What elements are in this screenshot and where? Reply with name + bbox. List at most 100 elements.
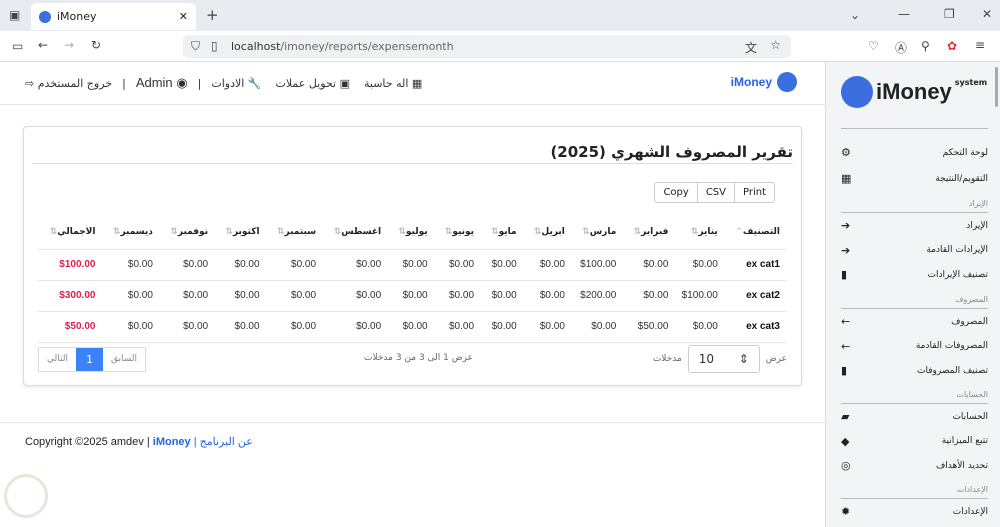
column-header[interactable]: الاجمالي⇅ [38,215,102,250]
month-cell: $0.00 [101,280,159,312]
translate-icon[interactable]: 文 [745,39,757,56]
previous-button[interactable]: السابق [103,348,145,371]
tab-dropdown-icon[interactable]: ⌄ [850,8,860,22]
sidebar-item-icon: ➔ [841,219,851,232]
pocket-icon[interactable]: ♡ [868,39,879,53]
copy-button[interactable]: Copy [655,183,696,202]
sidebar-scrollbar[interactable] [995,67,998,107]
column-header[interactable]: يوليو⇅ [387,215,434,250]
about-link[interactable]: | عن البرنامج [194,436,253,448]
tab-list-icon[interactable]: ▣ [9,8,20,22]
month-cell: $200.00 [570,280,623,312]
month-cell: $0.00 [387,249,434,281]
menu-icon[interactable]: ≡ [975,38,985,52]
copyright-text: Copyright ©2025 amdev | [25,436,150,448]
month-cell: $0.00 [322,280,388,312]
reload-icon[interactable]: ↻ [91,38,101,52]
sidebar-item-icon: ◆ [841,434,850,448]
column-header[interactable]: فبراير⇅ [622,215,675,250]
sidebar-item[interactable]: تتبع الميزانية ◆ [841,435,988,448]
table-info: عرض 1 الى 3 من 3 مدخلات [364,353,473,363]
sidebar-toggle-icon[interactable]: ▭ [12,39,23,53]
csv-button[interactable]: CSV [696,183,734,202]
sidebar-item[interactable]: الحسابات ▰ [841,410,988,423]
maximize-icon[interactable]: ❐ [944,7,955,21]
column-header[interactable]: ديسمبر⇅ [101,215,159,250]
close-window-icon[interactable]: ✕ [982,7,992,21]
sidebar-item[interactable]: الإيراد ➔ [841,219,988,232]
sidebar: iMoney system لوحة التحكم ⚙ التقويم/النتيجة… [825,62,1000,527]
month-cell: $0.00 [387,311,434,343]
month-cell: $0.00 [214,249,266,281]
forward-icon[interactable]: → [64,38,74,52]
column-header[interactable]: اغسطس⇅ [322,215,388,250]
table-row: ex cat2 $100.00 $0.00 $200.00 $0.00 $0.00 $0.0… [38,280,786,312]
back-icon[interactable]: ← [38,38,48,52]
sidebar-item[interactable]: الإعدادات ✹ [841,505,988,518]
favicon-icon [39,10,51,23]
bookmark-star-icon[interactable]: ☆ [770,38,781,52]
sidebar-item[interactable]: تصنيف الإيرادات ▮ [841,268,988,281]
sidebar-item-label: الإعدادات [952,506,988,517]
sidebar-item[interactable]: تحديد الأهداف ◎ [841,459,988,472]
color-extension-icon[interactable]: ✿ [947,39,957,53]
user-menu[interactable]: Admin ◉ [136,75,188,91]
sidebar-item-label: الإيرادات القادمة [926,245,988,255]
sidebar-item[interactable]: لوحة التحكم ⚙ [841,146,988,159]
page-title: تقرير المصروف الشهري (2025) [550,143,793,161]
month-cell: $0.00 [480,280,523,312]
sidebar-item-label: تتبع الميزانية [941,436,988,446]
column-header[interactable]: سبتمبر⇅ [265,215,323,250]
total-cell: $100.00 [38,249,102,281]
sidebar-item[interactable]: تصنيف المصروفات ▮ [841,364,988,377]
sort-icon: ⇅ [277,226,285,237]
logout-link[interactable]: ⇨ خروج المستخدم [25,77,112,90]
sidebar-section-title: المصروف [955,295,988,304]
column-header[interactable]: مارس⇅ [570,215,623,250]
sidebar-logo[interactable]: iMoney system [841,76,987,108]
show-label: عرض [765,354,787,364]
sidebar-item[interactable]: المصروف ← [841,315,988,328]
tools-link[interactable]: الادوات 🔧 [211,77,261,90]
brand-link[interactable]: iMoney [731,72,797,92]
sidebar-item-label: تصنيف المصروفات [917,365,988,376]
month-cell: $0.00 [322,311,388,343]
page-1-button[interactable]: 1 [75,348,103,371]
sidebar-item-icon: ✹ [841,505,851,518]
month-cell: $0.00 [433,311,481,343]
footer-brand-link[interactable]: iMoney [153,436,191,448]
sidebar-item-label: الإيراد [966,220,988,231]
sidebar-item-label: المصروف [951,316,988,327]
column-header[interactable]: يونيو⇅ [433,215,481,250]
column-header[interactable]: التصنيف⌃ [723,215,786,250]
column-header[interactable]: يناير⇅ [674,215,724,250]
column-header[interactable]: ابريل⇅ [522,215,571,250]
browser-tab[interactable]: iMoney ✕ [31,3,196,30]
page-icon: ▯ [211,39,218,53]
sidebar-item[interactable]: التقويم/النتيجة ▦ [841,172,988,185]
sort-icon: ⇅ [582,226,590,237]
url-input[interactable]: ⛉ ▯ localhost/imoney/reports/expensemont… [183,35,791,58]
currency-link[interactable]: تحويل عملات ▣ [276,77,350,90]
export-buttons: Copy CSV Print [654,182,775,203]
next-button[interactable]: التالي [39,348,76,371]
sidebar-item[interactable]: الإيرادات القادمة ➔ [841,244,988,257]
page-length-select[interactable]: 10 ⇕ [687,345,760,373]
report-card: تقرير المصروف الشهري (2025) Copy CSV Pri… [23,126,802,386]
report-table: التصنيف⌃ يناير⇅ فبراير⇅ مارس⇅ ابريل⇅ مايو⇅ يون… [38,215,786,343]
month-cell: $0.00 [674,311,724,343]
column-header[interactable]: مايو⇅ [480,215,523,250]
column-header[interactable]: نوفمبر⇅ [158,215,215,250]
calculator-link[interactable]: اله حاسبة ▦ [364,77,422,90]
close-tab-icon[interactable]: ✕ [179,10,188,23]
new-tab-icon[interactable]: + [206,6,219,24]
column-header[interactable]: اكتوبر⇅ [214,215,266,250]
account-icon[interactable]: Ⓐ [895,39,907,56]
extensions-icon[interactable]: ⚲ [921,39,930,53]
minimize-icon[interactable]: — [898,7,910,21]
entries-label: مدخلات [652,354,682,364]
print-button[interactable]: Print [733,183,774,202]
page-length: عرض 10 ⇕ مدخلات [653,345,787,373]
sidebar-item[interactable]: المصروفات القادمة ← [841,340,988,353]
month-cell: $0.00 [101,249,159,281]
